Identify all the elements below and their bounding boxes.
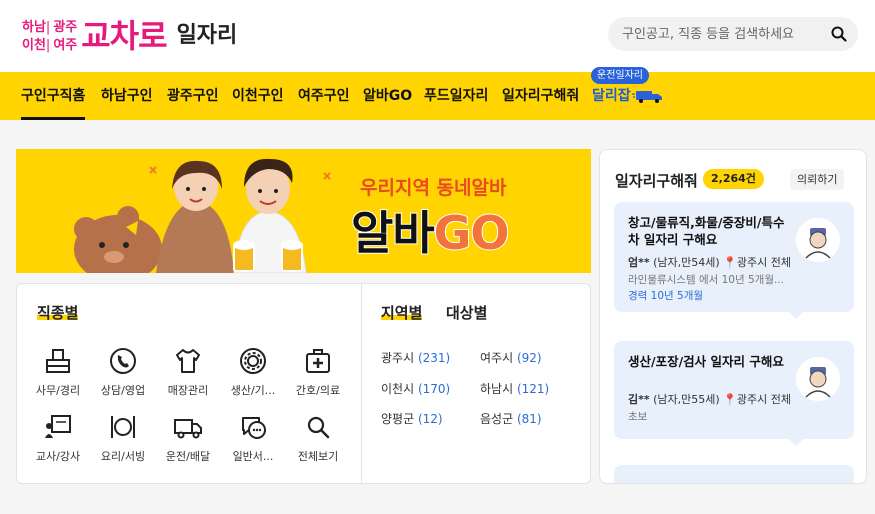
nav-item-icheon[interactable]: 이천구인 [232, 72, 284, 120]
request-company: 라인물류시스템 에서 10년 5개월... [628, 274, 784, 286]
find-job-panel: 일자리구해줘 2,264건 의뢰하기 창고/물류직,화물/중장비/특수차 일자리… [599, 149, 867, 484]
job-request-card[interactable] [614, 465, 854, 483]
driving-jobs-badge: 운전일자리 [591, 67, 649, 84]
search-icon [307, 416, 330, 439]
search-bar [608, 17, 858, 51]
job-category-general-service[interactable]: 일반서... [221, 412, 285, 464]
nav-item-home[interactable]: 구인구직홈 [21, 72, 86, 120]
region-link-icheon[interactable]: 이천시 (170) [381, 380, 450, 397]
job-category-sales[interactable]: 상담/영업 [91, 346, 155, 398]
albago-banner[interactable]: 우리지역 동네알바 알바GO [16, 149, 591, 273]
gear-icon [240, 348, 266, 374]
nav-item-albago[interactable]: 알바GO [363, 72, 412, 120]
nav-item-yeoju[interactable]: 여주구인 [298, 72, 350, 120]
location-pin-icon: 📍 [723, 393, 737, 406]
delivery-truck-icon [632, 91, 662, 103]
nav-item-hanam[interactable]: 하남구인 [101, 72, 153, 120]
card-divider [361, 284, 362, 483]
request-title: 생산/포장/검사 일자리 구해요 [628, 354, 784, 369]
logo[interactable]: 하남| 광주 이천| 여주 교차로 일자리 [22, 14, 237, 58]
nav-item-gwangju[interactable]: 광주구인 [167, 72, 219, 120]
request-experience: 경력 10년 5개월 [628, 290, 704, 302]
request-person: 김** (남자,만55세) 📍광주시 전체 [628, 393, 791, 406]
chat-icon [242, 417, 266, 439]
avatar [796, 218, 840, 262]
job-request-card[interactable]: 창고/물류직,화물/중장비/특수차 일자리 구해요 엄** (남자,만54세) … [614, 202, 854, 319]
request-company: 초보 [628, 411, 648, 423]
logo-sub: 일자리 [176, 23, 238, 48]
shirt-icon [176, 349, 200, 373]
header: 하남| 광주 이천| 여주 교차로 일자리 [0, 0, 875, 72]
job-category-view-all[interactable]: 전체보기 [286, 412, 350, 464]
medical-kit-icon [306, 349, 330, 373]
banner-brand: 알바GO [350, 205, 511, 261]
nav-item-find-me-job[interactable]: 일자리구해줘 [502, 72, 579, 120]
request-person: 엄** (남자,만54세) 📍광주시 전체 [628, 256, 791, 269]
job-category-cooking[interactable]: 요리/서빙 [91, 412, 155, 464]
search-icon[interactable] [830, 25, 848, 43]
panel-title: 일자리구해줘 [615, 172, 698, 190]
job-request-card[interactable]: 생산/포장/검사 일자리 구해요 김** (남자,만55세) 📍광주시 전체 초… [614, 341, 854, 446]
banner-headline: 우리지역 동네알바 [360, 177, 507, 199]
region-link-hanam[interactable]: 하남시 (121) [480, 380, 549, 397]
region-link-yangpyeong[interactable]: 양평군 (12) [381, 410, 443, 427]
tab-target[interactable]: 대상별 [446, 302, 487, 323]
logo-main: 교차로 [81, 17, 167, 55]
request-title: 창고/물류직,화물/중장비/특수차 일자리 구해요 [628, 215, 785, 247]
phone-icon [110, 348, 136, 374]
request-button[interactable]: 의뢰하기 [790, 169, 845, 190]
job-category-teacher[interactable]: 교사/강사 [26, 412, 90, 464]
avatar [796, 357, 840, 401]
category-card: 직종별 사무/경리 상담/영업 매장관리 생산/기... 간호/의료 교사/강사… [16, 283, 591, 484]
region-link-eumseong[interactable]: 음성군 (81) [480, 410, 542, 427]
job-category-production[interactable]: 생산/기... [221, 346, 285, 398]
job-category-store[interactable]: 매장관리 [156, 346, 220, 398]
main-nav: 구인구직홈 하남구인 광주구인 이천구인 여주구인 알바GO 푸드일자리 일자리… [0, 72, 875, 120]
request-count-badge: 2,264건 [703, 169, 764, 189]
truck-icon [174, 419, 202, 439]
job-category-driving[interactable]: 운전/배달 [156, 412, 220, 464]
banner-illustration [74, 158, 331, 273]
region-link-yeoju[interactable]: 여주시 (92) [480, 349, 542, 366]
region-link-gwangju[interactable]: 광주시 (231) [381, 349, 450, 366]
job-category-medical[interactable]: 간호/의료 [286, 346, 350, 398]
nav-item-food-jobs[interactable]: 푸드일자리 [424, 72, 488, 120]
search-input[interactable] [622, 26, 822, 42]
location-pin-icon: 📍 [723, 256, 737, 269]
logo-regions: 하남| 광주 이천| 여주 [22, 19, 78, 53]
office-desk-icon [46, 349, 70, 373]
job-category-title: 직종별 [37, 302, 79, 323]
job-category-office[interactable]: 사무/경리 [26, 346, 90, 398]
dish-icon [111, 416, 135, 438]
tab-region[interactable]: 지역별 [381, 302, 423, 323]
blackboard-icon [45, 415, 71, 438]
